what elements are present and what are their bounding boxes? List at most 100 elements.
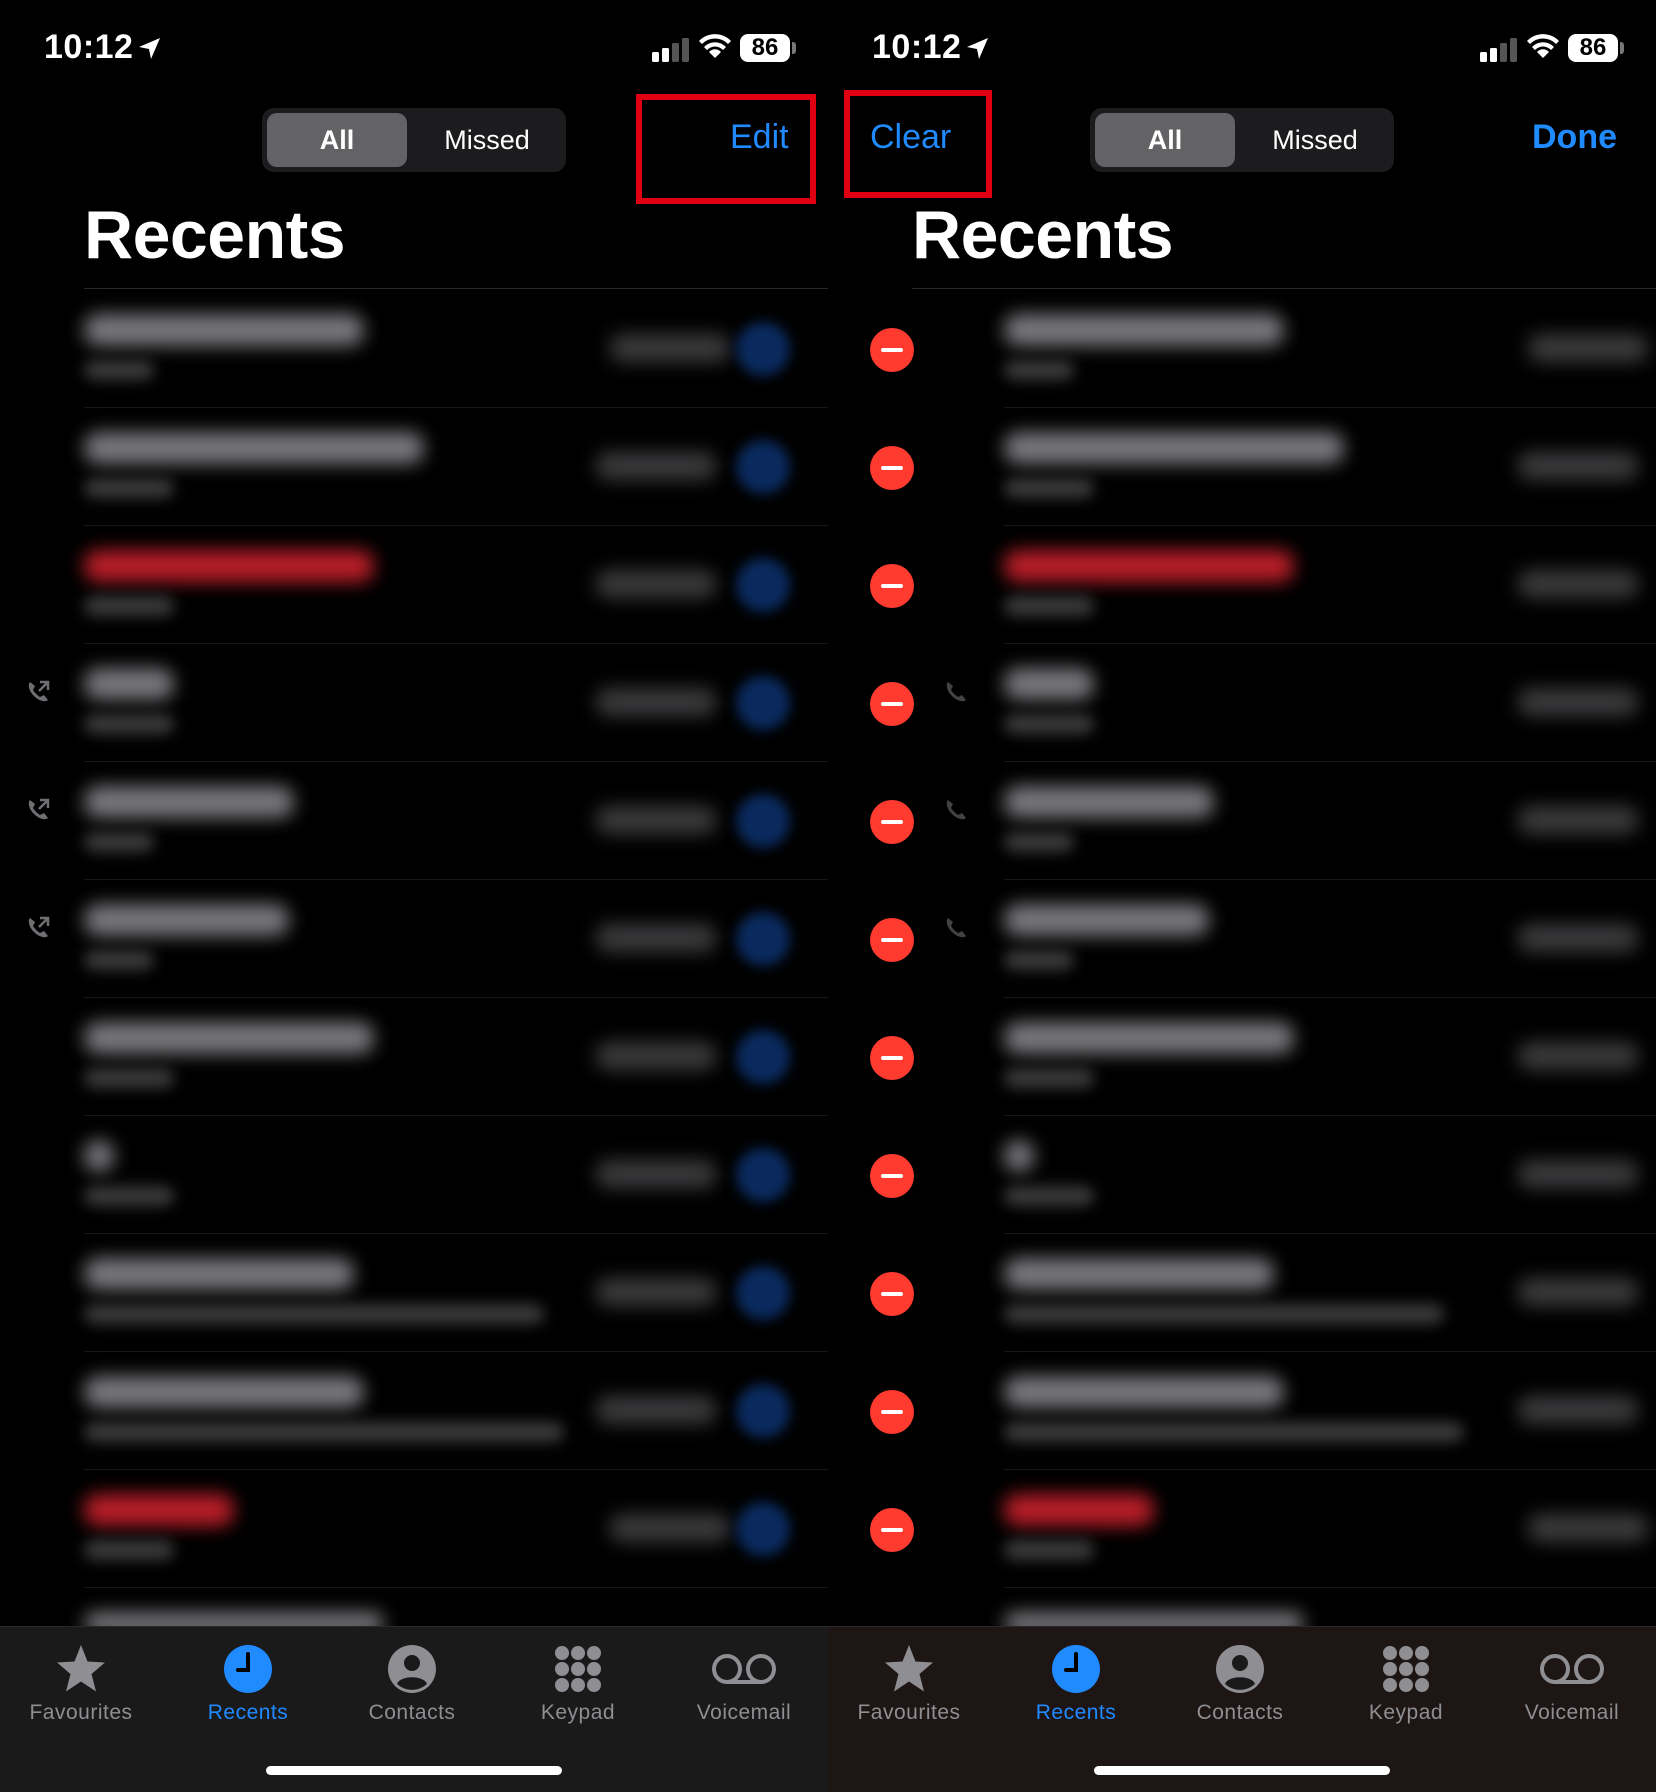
list-item[interactable] bbox=[828, 762, 1656, 880]
battery-indicator: 86 bbox=[1568, 34, 1618, 62]
info-button[interactable] bbox=[736, 322, 790, 376]
info-button[interactable] bbox=[736, 676, 790, 730]
clear-button[interactable]: Clear bbox=[870, 118, 951, 157]
page-title: Recents bbox=[912, 197, 1174, 273]
tab-keypad[interactable]: Keypad bbox=[1331, 1641, 1481, 1725]
list-item[interactable] bbox=[828, 1352, 1656, 1470]
wifi-icon bbox=[699, 34, 731, 58]
edit-button[interactable]: Edit bbox=[730, 118, 789, 157]
list-item[interactable] bbox=[828, 526, 1656, 644]
call-time-blurred bbox=[596, 806, 716, 834]
done-button[interactable]: Done bbox=[1532, 118, 1617, 157]
outgoing-call-icon bbox=[28, 798, 50, 820]
info-button[interactable] bbox=[736, 912, 790, 966]
recents-screen-edit-mode: 10:12 86 Clear All Missed Done Recents F… bbox=[828, 0, 1656, 1792]
delete-button[interactable] bbox=[870, 446, 914, 490]
title-divider bbox=[84, 288, 828, 289]
call-time-blurred bbox=[1518, 688, 1638, 716]
info-button[interactable] bbox=[736, 1266, 790, 1320]
call-type-blurred bbox=[84, 832, 154, 852]
contact-name-blurred bbox=[1004, 314, 1284, 346]
call-time-blurred bbox=[1518, 1396, 1638, 1424]
delete-button[interactable] bbox=[870, 1390, 914, 1434]
delete-button[interactable] bbox=[870, 1508, 914, 1552]
info-button[interactable] bbox=[736, 1030, 790, 1084]
list-item[interactable] bbox=[0, 1116, 828, 1234]
status-time: 10:12 bbox=[872, 28, 962, 66]
list-item[interactable] bbox=[828, 998, 1656, 1116]
tab-contacts[interactable]: Contacts bbox=[337, 1641, 487, 1725]
tab-label: Recents bbox=[1035, 1701, 1117, 1724]
segment-all[interactable]: All bbox=[1095, 113, 1235, 167]
call-time-blurred bbox=[1518, 1042, 1638, 1070]
tab-contacts[interactable]: Contacts bbox=[1165, 1641, 1315, 1725]
tab-label: Contacts bbox=[1196, 1701, 1284, 1724]
call-type-blurred bbox=[1004, 478, 1094, 498]
tab-keypad[interactable]: Keypad bbox=[503, 1641, 653, 1725]
contact-name-blurred bbox=[1004, 1494, 1154, 1526]
home-indicator bbox=[1094, 1766, 1390, 1775]
info-button[interactable] bbox=[736, 440, 790, 494]
tab-recents[interactable]: Recents bbox=[1001, 1641, 1151, 1725]
delete-button[interactable] bbox=[870, 800, 914, 844]
segment-all[interactable]: All bbox=[267, 113, 407, 167]
list-item[interactable] bbox=[828, 1234, 1656, 1352]
list-item[interactable] bbox=[828, 408, 1656, 526]
contact-name-blurred bbox=[1004, 1140, 1034, 1172]
call-time-blurred bbox=[1528, 334, 1648, 362]
cellular-signal-icon bbox=[652, 38, 689, 62]
delete-button[interactable] bbox=[870, 1272, 914, 1316]
contact-name-blurred bbox=[1004, 432, 1344, 464]
list-item[interactable] bbox=[828, 1116, 1656, 1234]
contact-name-blurred bbox=[84, 668, 174, 700]
segment-missed[interactable]: Missed bbox=[412, 113, 562, 167]
call-time-blurred bbox=[610, 334, 730, 362]
list-item[interactable] bbox=[0, 1234, 828, 1352]
list-item[interactable] bbox=[828, 1470, 1656, 1588]
info-button[interactable] bbox=[736, 1384, 790, 1438]
clock-icon bbox=[1052, 1645, 1100, 1693]
list-item[interactable] bbox=[0, 290, 828, 408]
list-item[interactable] bbox=[0, 1352, 828, 1470]
info-button[interactable] bbox=[736, 794, 790, 848]
delete-button[interactable] bbox=[870, 918, 914, 962]
info-button[interactable] bbox=[736, 1502, 790, 1556]
call-type-blurred bbox=[1004, 596, 1094, 616]
delete-button[interactable] bbox=[870, 328, 914, 372]
page-title: Recents bbox=[84, 197, 346, 273]
tab-favourites[interactable]: Favourites bbox=[6, 1641, 156, 1725]
list-item[interactable] bbox=[0, 998, 828, 1116]
list-item[interactable] bbox=[828, 290, 1656, 408]
call-time-blurred bbox=[1518, 570, 1638, 598]
call-type-blurred bbox=[84, 1540, 174, 1560]
list-item[interactable] bbox=[0, 880, 828, 998]
delete-button[interactable] bbox=[870, 564, 914, 608]
delete-button[interactable] bbox=[870, 1036, 914, 1080]
home-indicator bbox=[266, 1766, 562, 1775]
call-type-blurred bbox=[84, 714, 174, 734]
segment-missed[interactable]: Missed bbox=[1240, 113, 1390, 167]
call-type-blurred bbox=[84, 360, 154, 380]
call-type-blurred bbox=[84, 950, 154, 970]
list-item[interactable] bbox=[0, 762, 828, 880]
tab-voicemail[interactable]: Voicemail bbox=[1497, 1641, 1647, 1725]
list-item[interactable] bbox=[828, 644, 1656, 762]
tab-voicemail[interactable]: Voicemail bbox=[669, 1641, 819, 1725]
keypad-icon bbox=[1383, 1646, 1429, 1692]
list-item[interactable] bbox=[0, 1470, 828, 1588]
info-button[interactable] bbox=[736, 1148, 790, 1202]
tab-favourites[interactable]: Favourites bbox=[834, 1641, 984, 1725]
recents-screen-normal: 10:12 86 All Missed Edit Recents Favouri… bbox=[0, 0, 828, 1792]
list-item[interactable] bbox=[0, 408, 828, 526]
list-item[interactable] bbox=[0, 526, 828, 644]
tab-recents[interactable]: Recents bbox=[173, 1641, 323, 1725]
list-item[interactable] bbox=[0, 644, 828, 762]
list-item[interactable] bbox=[828, 880, 1656, 998]
delete-button[interactable] bbox=[870, 1154, 914, 1198]
contact-name-blurred bbox=[84, 550, 374, 582]
contact-name-blurred bbox=[84, 904, 289, 936]
contact-name-blurred bbox=[84, 432, 424, 464]
outgoing-call-icon bbox=[28, 916, 50, 938]
info-button[interactable] bbox=[736, 558, 790, 612]
delete-button[interactable] bbox=[870, 682, 914, 726]
